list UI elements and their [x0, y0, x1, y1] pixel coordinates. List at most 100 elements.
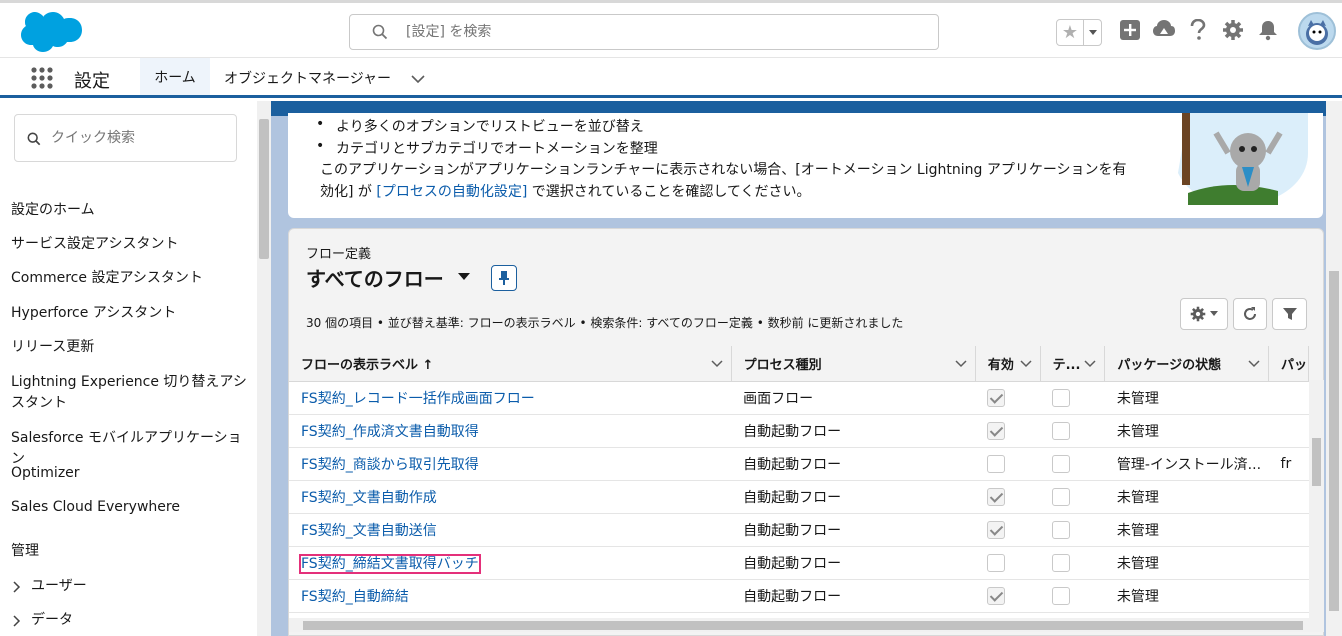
flow-link[interactable]: FS契約_自動締結: [301, 589, 409, 605]
column-header-package-status[interactable]: パッケージの状態: [1104, 346, 1270, 382]
table-horizontal-scroll-thumb[interactable]: [303, 621, 1303, 630]
chevron-down-icon[interactable]: [410, 71, 426, 87]
process-type-cell: 自動起動フロー: [731, 480, 976, 514]
tab-object-manager[interactable]: オブジェクトマネージャー: [224, 68, 391, 88]
test-checkbox: [1052, 487, 1071, 506]
setup-gear-icon[interactable]: [1222, 19, 1244, 41]
list-view-dropdown-icon[interactable]: [457, 272, 471, 282]
favorites-star-icon[interactable]: ★: [1057, 20, 1084, 45]
pin-list-view-button[interactable]: [491, 265, 517, 291]
global-search-input[interactable]: [406, 15, 906, 49]
package-status-cell: 未管理: [1104, 579, 1269, 613]
setup-sidebar: 設定のホーム サービス設定アシスタント Commerce 設定アシスタント Hy…: [0, 101, 271, 636]
table-row: FS契約_レコード一括作成画面フロー 画面フロー 未管理: [289, 381, 1309, 415]
column-header-label[interactable]: フローの表示ラベル ↑: [289, 346, 732, 382]
search-icon: [27, 132, 41, 146]
sidebar-item-release-updates[interactable]: リリース更新: [11, 337, 251, 358]
chevron-down-icon[interactable]: [1084, 357, 1096, 369]
package-status-cell: 未管理: [1104, 480, 1269, 514]
list-summary: 30 個の項目 • 並び替え基準: フローの表示ラベル • 検索条件: すべての…: [306, 316, 904, 330]
search-icon: [372, 24, 388, 40]
favorites-dropdown-icon[interactable]: [1084, 20, 1101, 45]
page-scroll-thumb[interactable]: [1329, 271, 1339, 611]
sidebar-item-lightning-transition[interactable]: Lightning Experience 切り替えアシスタント: [11, 372, 251, 414]
flow-link[interactable]: FS契約_作成済文書自動取得: [301, 424, 479, 440]
list-view-title[interactable]: すべてのフロー: [306, 263, 444, 292]
filter-button[interactable]: [1272, 298, 1307, 330]
table-row: FS契約_文書自動作成 自動起動フロー 未管理: [289, 480, 1309, 514]
package-cell: [1268, 513, 1309, 547]
package-status-cell: 未管理: [1104, 546, 1269, 580]
sidebar-item-label: データ: [31, 612, 73, 628]
sidebar-scrollbar[interactable]: [257, 101, 271, 636]
active-checkbox: [987, 553, 1006, 572]
sidebar-item-setup-home[interactable]: 設定のホーム: [11, 200, 251, 221]
column-header-process-type[interactable]: プロセス種別: [731, 346, 976, 382]
table-header-row: フローの表示ラベル ↑ プロセス種別 有効 テ... パッケージの状態 パッ: [289, 346, 1309, 382]
refresh-button[interactable]: [1233, 298, 1267, 330]
sidebar-item-commerce-setup[interactable]: Commerce 設定アシスタント: [11, 268, 251, 289]
quick-find-input[interactable]: [51, 115, 231, 161]
table-vertical-scroll-thumb[interactable]: [1312, 438, 1321, 486]
tab-home[interactable]: ホーム: [140, 58, 210, 98]
package-cell: [1268, 381, 1309, 415]
table-row: FS契約_作成済文書自動取得 自動起動フロー 未管理: [289, 414, 1309, 448]
object-label: フロー定義: [306, 247, 372, 262]
active-checkbox: [987, 520, 1006, 539]
process-type-cell: 自動起動フロー: [731, 447, 976, 481]
active-checkbox: [987, 487, 1006, 506]
active-checkbox: [987, 586, 1006, 605]
page-scrollbar[interactable]: [1326, 101, 1342, 636]
flow-link[interactable]: FS契約_商談から取引先取得: [301, 457, 479, 473]
table-row: FS契約_商談から取引先取得 自動起動フロー 管理-インストール済... fr: [289, 447, 1309, 481]
process-automation-settings-link[interactable]: [プロセスの自動化設定]: [376, 184, 527, 200]
test-checkbox: [1052, 520, 1071, 539]
sidebar-item-optimizer[interactable]: Optimizer: [11, 463, 251, 484]
column-header-test[interactable]: テ...: [1040, 346, 1106, 382]
flow-link-highlighted[interactable]: FS契約_締結文書取得バッチ: [299, 553, 481, 574]
column-header-package[interactable]: パッ: [1268, 346, 1309, 382]
quick-find-box[interactable]: [14, 114, 237, 162]
add-icon[interactable]: [1119, 19, 1141, 41]
help-icon[interactable]: [1188, 19, 1208, 41]
process-type-cell: 自動起動フロー: [731, 513, 976, 547]
sidebar-scroll-thumb[interactable]: [259, 119, 269, 259]
sidebar-section-admin: 管理: [11, 543, 39, 559]
sidebar-item-data[interactable]: データ: [11, 610, 251, 631]
table-vertical-scrollbar[interactable]: [1309, 380, 1324, 618]
favorites-button[interactable]: ★: [1056, 19, 1102, 46]
sidebar-item-sales-cloud-everywhere[interactable]: Sales Cloud Everywhere: [11, 497, 251, 518]
flow-link[interactable]: FS契約_文書自動作成: [301, 490, 437, 506]
package-cell: [1268, 579, 1309, 613]
chevron-down-icon[interactable]: [955, 357, 967, 369]
column-header-active[interactable]: 有効: [975, 346, 1041, 382]
trailhead-icon[interactable]: [1152, 19, 1176, 41]
salesforce-logo[interactable]: [16, 9, 82, 55]
gear-icon: [1190, 306, 1206, 322]
active-checkbox: [987, 421, 1006, 440]
chevron-down-icon[interactable]: [1020, 357, 1032, 369]
flow-link[interactable]: FS契約_文書自動送信: [301, 523, 437, 539]
sidebar-item-hyperforce[interactable]: Hyperforce アシスタント: [11, 303, 251, 324]
table-horizontal-scrollbar[interactable]: [289, 618, 1324, 632]
package-status-cell: 管理-インストール済...: [1104, 447, 1269, 481]
package-status-cell: 未管理: [1104, 414, 1269, 448]
process-type-cell: 自動起動フロー: [731, 414, 976, 448]
test-checkbox: [1052, 553, 1071, 572]
sidebar-item-service-setup[interactable]: サービス設定アシスタント: [11, 234, 251, 255]
table-row: FS契約_締結文書取得バッチ 自動起動フロー 未管理: [289, 546, 1309, 580]
chevron-down-icon[interactable]: [711, 357, 723, 369]
app-launcher-icon[interactable]: [30, 66, 54, 90]
process-type-cell: 画面フロー: [731, 381, 976, 415]
user-avatar[interactable]: [1298, 12, 1336, 50]
sidebar-item-users[interactable]: ユーザー: [11, 576, 251, 597]
chevron-down-icon[interactable]: [1248, 357, 1260, 369]
global-search[interactable]: [349, 14, 939, 50]
flow-link[interactable]: FS契約_レコード一括作成画面フロー: [301, 391, 535, 407]
test-checkbox: [1052, 586, 1071, 605]
package-cell: [1268, 546, 1309, 580]
refresh-icon: [1244, 307, 1256, 320]
notification-bell-icon[interactable]: [1257, 19, 1279, 41]
process-type-cell: 自動起動フロー: [731, 546, 976, 580]
list-settings-button[interactable]: [1180, 298, 1228, 330]
